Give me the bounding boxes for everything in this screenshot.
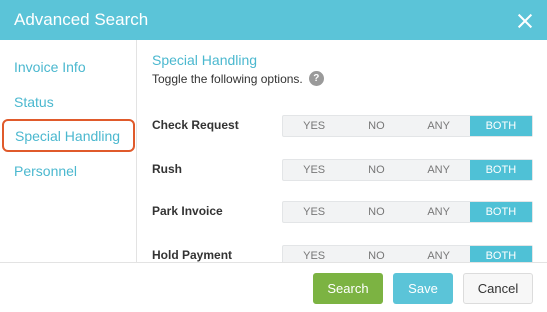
toggle-any-button[interactable]: ANY (408, 116, 470, 136)
search-button[interactable]: Search (313, 273, 383, 304)
sidebar: Invoice Info Status Special Handling Per… (0, 40, 137, 262)
toggle-no-button[interactable]: NO (345, 116, 407, 136)
toggle-both-button[interactable]: BOTH (469, 202, 532, 222)
option-row: Check Request YES NO ANY BOTH (152, 115, 547, 137)
option-row: Rush YES NO ANY BOTH (152, 159, 547, 181)
toggle-yes-button[interactable]: YES (283, 160, 345, 180)
toggle-any-button[interactable]: ANY (408, 160, 470, 180)
option-label: Check Request (152, 118, 239, 132)
dialog-footer: Search Save Cancel (0, 262, 547, 312)
sidebar-item-status[interactable]: Status (14, 94, 54, 110)
content-panel: Special Handling Toggle the following op… (137, 40, 547, 262)
toggle-yes-button[interactable]: YES (283, 202, 345, 222)
option-label: Rush (152, 162, 182, 176)
toggle-yes-button[interactable]: YES (283, 116, 345, 136)
section-subtitle: Toggle the following options. ? (152, 71, 324, 86)
toggle-group: YES NO ANY BOTH (282, 159, 533, 181)
close-icon[interactable] (517, 13, 533, 29)
dialog-title: Advanced Search (14, 10, 149, 29)
toggle-group: YES NO ANY BOTH (282, 201, 533, 223)
section-title: Special Handling (152, 52, 258, 68)
option-row: Hold Payment YES NO ANY BOTH (152, 245, 547, 262)
sidebar-item-special-handling[interactable]: Special Handling (2, 119, 135, 152)
toggle-any-button[interactable]: ANY (408, 246, 470, 262)
toggle-no-button[interactable]: NO (345, 160, 407, 180)
option-row: Park Invoice YES NO ANY BOTH (152, 201, 547, 223)
toggle-group: YES NO ANY BOTH (282, 245, 533, 262)
cancel-button[interactable]: Cancel (463, 273, 533, 304)
toggle-no-button[interactable]: NO (345, 202, 407, 222)
sidebar-item-personnel[interactable]: Personnel (14, 163, 77, 179)
option-label: Park Invoice (152, 204, 223, 218)
option-label: Hold Payment (152, 248, 233, 262)
toggle-any-button[interactable]: ANY (408, 202, 470, 222)
toggle-both-button[interactable]: BOTH (469, 160, 532, 180)
subtitle-text: Toggle the following options. (152, 71, 303, 86)
toggle-yes-button[interactable]: YES (283, 246, 345, 262)
toggle-group: YES NO ANY BOTH (282, 115, 533, 137)
toggle-no-button[interactable]: NO (345, 246, 407, 262)
toggle-both-button[interactable]: BOTH (469, 246, 532, 262)
question-icon[interactable]: ? (308, 71, 324, 86)
sidebar-item-invoice-info[interactable]: Invoice Info (14, 59, 86, 75)
toggle-both-button[interactable]: BOTH (469, 116, 532, 136)
dialog-header: Advanced Search (0, 0, 547, 40)
save-button[interactable]: Save (393, 273, 453, 304)
